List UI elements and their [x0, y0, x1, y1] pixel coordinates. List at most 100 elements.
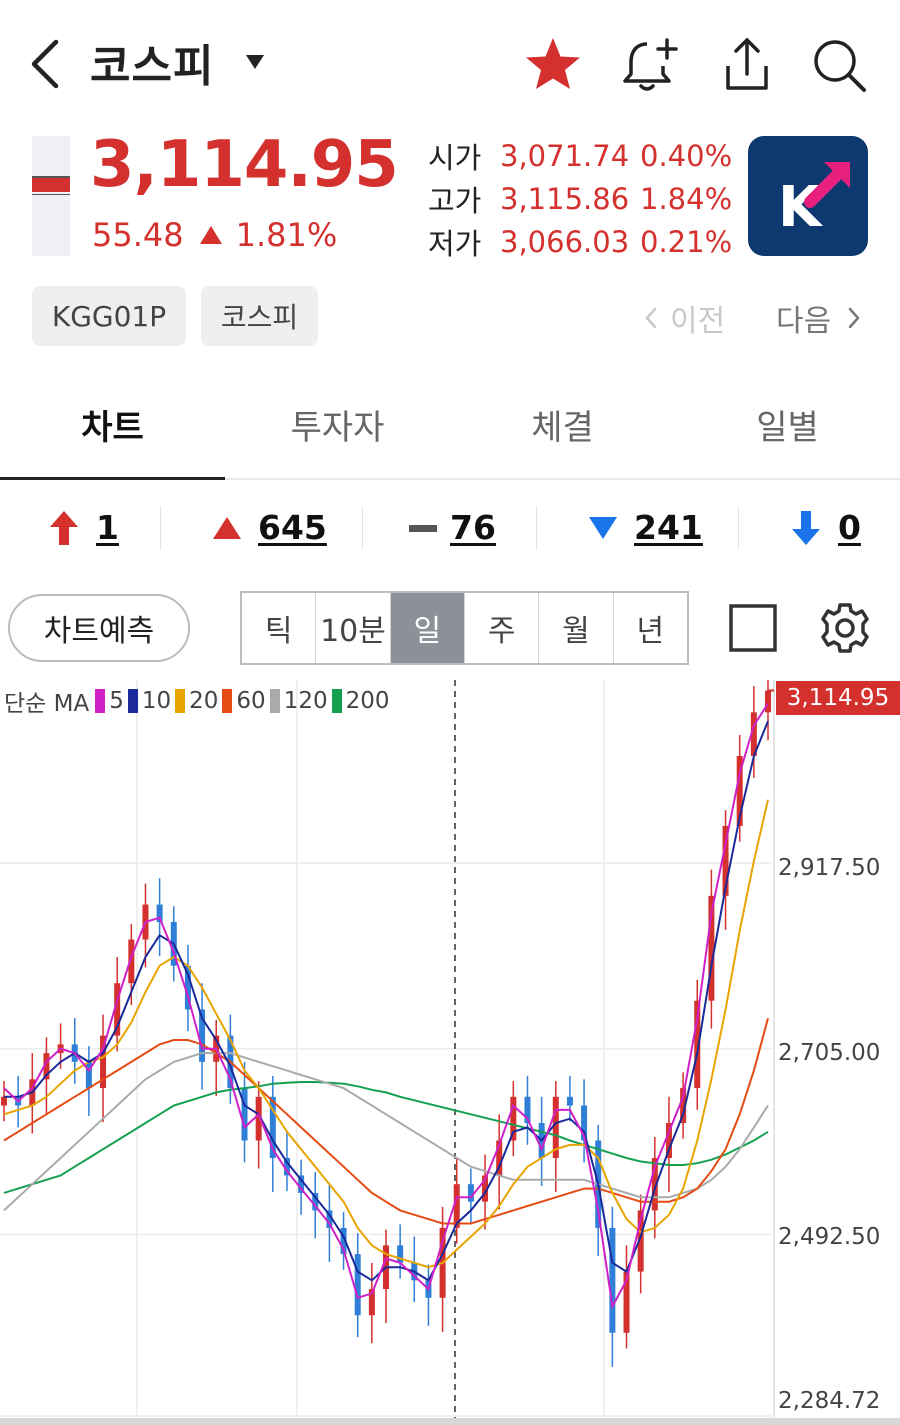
legend-swatch [127, 689, 138, 713]
logo-letter: K [778, 175, 824, 240]
stat-unchanged[interactable]: 76 [408, 508, 496, 547]
legend-prefix: 단순 MA [4, 691, 90, 717]
stat-up-count: 645 [258, 508, 327, 547]
dash-icon [409, 524, 437, 532]
legend-swatch [222, 689, 233, 713]
ohl-row-open: 시가 3,071.74 0.40% [428, 134, 738, 177]
ohl-row-high: 고가 3,115.86 1.84% [428, 177, 738, 220]
candle-body [397, 1245, 404, 1263]
legend-swatch [269, 689, 280, 713]
fullscreen-square-icon[interactable] [728, 600, 778, 656]
triangle-up-icon [199, 226, 222, 244]
period-selector: 틱 10분 일 주 월 년 [240, 591, 689, 665]
price-change: 55.48 1.81% [92, 216, 337, 254]
y-tick-label: 2,284.72 [778, 1388, 881, 1414]
divider [160, 506, 161, 550]
page-title[interactable]: 코스피 [90, 30, 214, 94]
divider [536, 506, 537, 550]
y-tick-label: 2,492.50 [778, 1224, 881, 1250]
triangle-down-icon [589, 516, 617, 539]
back-icon[interactable] [26, 36, 66, 92]
current-price: 3,114.95 [90, 128, 399, 202]
period-10min[interactable]: 10분 [316, 593, 391, 663]
stat-limit-up-count: 1 [96, 508, 119, 547]
code-chip[interactable]: KGG01P [32, 286, 186, 346]
ohl-percent: 1.84% [640, 181, 733, 216]
period-year[interactable]: 년 [614, 593, 687, 663]
ohl-row-low: 저가 3,066.03 0.21% [428, 220, 738, 263]
legend-ma5: 5 [109, 688, 124, 714]
header: 코스피 [0, 0, 900, 125]
divider [362, 506, 363, 550]
stat-limit-down[interactable]: 0 [790, 508, 861, 547]
chevron-right-icon [848, 307, 860, 329]
krx-logo-icon: K [778, 162, 850, 240]
ohl-label: 고가 [428, 183, 482, 218]
tab-investor[interactable]: 투자자 [225, 380, 450, 478]
period-week[interactable]: 주 [465, 593, 540, 663]
ohl-value: 3,115.86 [500, 181, 630, 216]
legend-ma200: 200 [345, 688, 390, 714]
legend-ma120: 120 [283, 688, 328, 714]
stat-down-count: 241 [634, 508, 703, 547]
divider [738, 506, 739, 550]
candle-body [467, 1184, 474, 1202]
ohl-percent: 0.21% [640, 224, 733, 259]
stat-down[interactable]: 241 [588, 508, 703, 547]
y-tick-label: 2,705.00 [778, 1040, 881, 1066]
search-icon[interactable] [808, 34, 870, 96]
ohl-value: 3,066.03 [500, 224, 630, 259]
change-percent: 1.81% [235, 216, 338, 254]
ohl-percent: 0.40% [640, 138, 733, 173]
prev-button[interactable]: 이전 [640, 296, 725, 340]
legend-swatch [175, 689, 186, 713]
triangle-up-icon [213, 516, 241, 539]
prev-label: 이전 [670, 304, 726, 339]
exchange-logo: K [748, 136, 868, 256]
legend-ma60: 60 [236, 688, 266, 714]
price-chart[interactable] [0, 674, 900, 1425]
market-chip[interactable]: 코스피 [201, 286, 318, 346]
gauge-close-line [32, 194, 70, 195]
bell-add-icon[interactable] [618, 34, 680, 96]
star-icon[interactable] [522, 34, 584, 96]
ohl-label: 저가 [428, 226, 482, 261]
legend-swatch [331, 689, 342, 713]
stat-limit-down-count: 0 [838, 508, 861, 547]
gauge-fill [32, 178, 70, 192]
candle-body [566, 1096, 573, 1106]
tab-daily[interactable]: 일별 [675, 380, 900, 478]
stat-unchanged-count: 76 [450, 508, 496, 547]
period-tick[interactable]: 틱 [242, 593, 317, 663]
chart-canvas[interactable] [0, 674, 900, 1425]
tab-trades[interactable]: 체결 [450, 380, 675, 478]
candle-body [609, 1227, 616, 1333]
change-value: 55.48 [92, 216, 184, 254]
candle-body [241, 1088, 248, 1141]
tab-chart[interactable]: 차트 [0, 380, 225, 480]
share-icon[interactable] [716, 34, 778, 96]
legend-ma20: 20 [189, 688, 219, 714]
chevron-down-icon[interactable] [244, 52, 266, 72]
tab-bar: 차트 투자자 체결 일별 [0, 380, 900, 480]
period-month[interactable]: 월 [539, 593, 614, 663]
legend-swatch [95, 689, 106, 713]
stat-limit-up[interactable]: 1 [48, 508, 119, 547]
day-range-gauge [32, 136, 70, 256]
y-tick-label: 2,917.50 [778, 855, 881, 881]
ohl-value: 3,071.74 [500, 138, 630, 173]
last-price-tag: 3,114.95 [776, 681, 900, 715]
next-label: 다음 [776, 304, 832, 339]
period-day[interactable]: 일 [390, 593, 465, 663]
arrow-up-bold-icon [50, 510, 78, 545]
arrow-down-bold-icon [792, 510, 820, 545]
chart-predict-button[interactable]: 차트예측 [8, 594, 190, 662]
ma-legend: 단순 MA 5 10 20 60 120 200 [4, 684, 390, 718]
stat-up[interactable]: 645 [212, 508, 327, 547]
chevron-left-icon [645, 307, 657, 329]
candle-body [1, 1096, 7, 1106]
next-button[interactable]: 다음 [776, 296, 869, 340]
legend-ma10: 10 [141, 688, 172, 714]
gear-icon[interactable] [818, 600, 872, 656]
candle-body [765, 690, 771, 713]
